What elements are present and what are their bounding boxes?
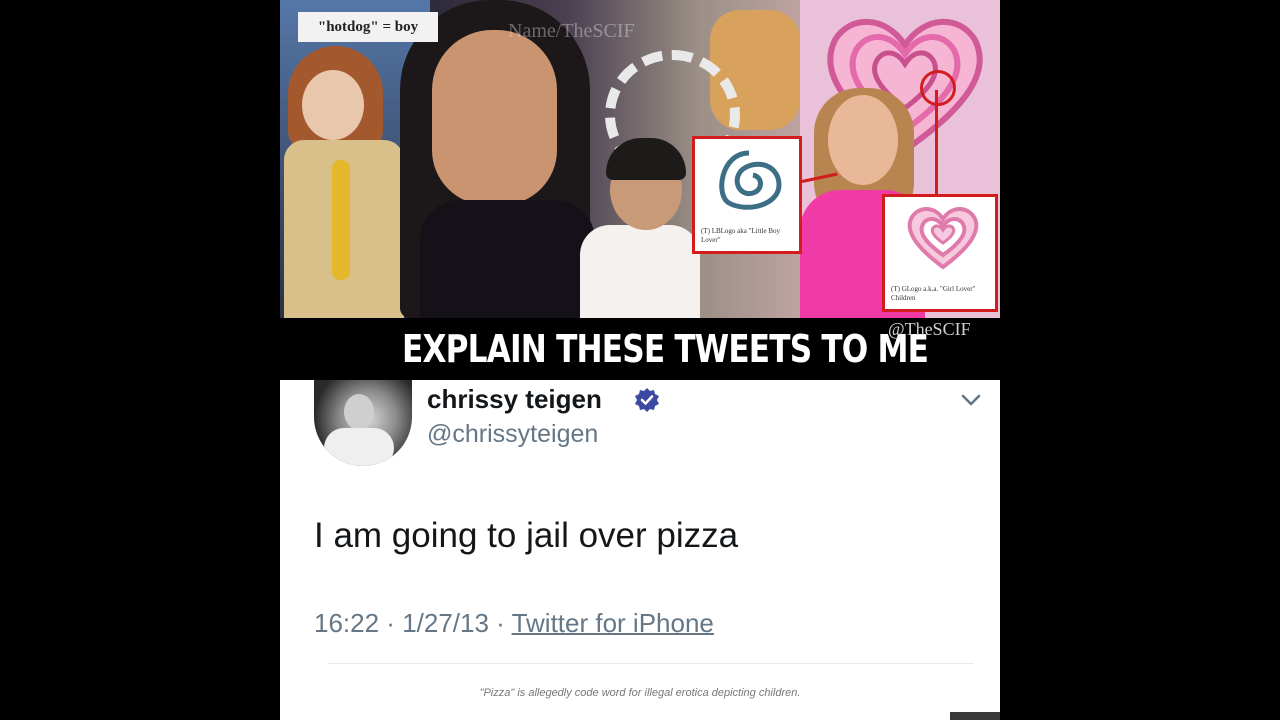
tweet-time[interactable]: 16:22 xyxy=(314,608,379,638)
mustard-stripe-shape xyxy=(332,160,350,280)
woman-body-shape xyxy=(420,200,595,318)
baby-face-shape xyxy=(302,70,364,140)
girl-face-shape xyxy=(828,95,898,185)
tweet-source-link[interactable]: Twitter for iPhone xyxy=(512,608,714,638)
chevron-down-icon[interactable] xyxy=(960,390,982,410)
woman-face-shape xyxy=(432,30,557,205)
divider xyxy=(328,663,974,664)
hotdog-caption: "hotdog" = boy xyxy=(298,12,438,42)
tweet-card: chrissy teigen @chrissyteigen I am going… xyxy=(280,380,1000,720)
tweet-username[interactable]: @chrissyteigen xyxy=(427,418,598,450)
title-banner: EXPLAIN THESE TWEETS TO ME @TheSCIF xyxy=(280,318,1000,380)
avatar-arm-shape xyxy=(324,428,394,466)
tweet-display-name[interactable]: chrissy teigen xyxy=(427,383,602,415)
collage-image: "hotdog" = boy Name/TheSCIF (T) LBLogo a… xyxy=(280,0,1000,318)
verified-badge-icon xyxy=(635,388,659,412)
heart-symbol-caption: (T) GLogo a.k.a. "Girl Lover" Children xyxy=(891,285,976,302)
video-frame: "hotdog" = boy Name/TheSCIF (T) LBLogo a… xyxy=(280,0,1000,720)
meta-separator: · xyxy=(379,608,403,638)
tweet-text: I am going to jail over pizza xyxy=(314,516,739,555)
spiral-symbol-box: (T) LBLogo aka "Little Boy Lover" xyxy=(692,136,802,254)
tweet-meta: 16:22 · 1/27/13 · Twitter for iPhone xyxy=(314,606,714,640)
highlight-circle xyxy=(920,70,956,106)
child-body-shape xyxy=(580,225,700,318)
corner-watermark xyxy=(950,712,1000,720)
spiral-symbol-caption: (T) LBLogo aka "Little Boy Lover" xyxy=(701,227,781,244)
spiral-triangle-icon xyxy=(719,150,782,210)
avatar-face-shape xyxy=(344,394,374,430)
tweet-date[interactable]: 1/27/13 xyxy=(402,608,489,638)
meta-separator: · xyxy=(488,608,512,638)
heart-symbol-box: (T) GLogo a.k.a. "Girl Lover" Children xyxy=(882,194,998,312)
banner-watermark-handle: @TheSCIF xyxy=(888,319,971,339)
avatar[interactable] xyxy=(314,380,412,466)
banner-title: EXPLAIN THESE TWEETS TO ME xyxy=(402,327,929,371)
footnote-caption: "Pizza" is allegedly code word for illeg… xyxy=(479,687,801,699)
collage-watermark: Name/TheSCIF xyxy=(508,20,635,42)
heart-symbol-icon xyxy=(907,207,979,270)
